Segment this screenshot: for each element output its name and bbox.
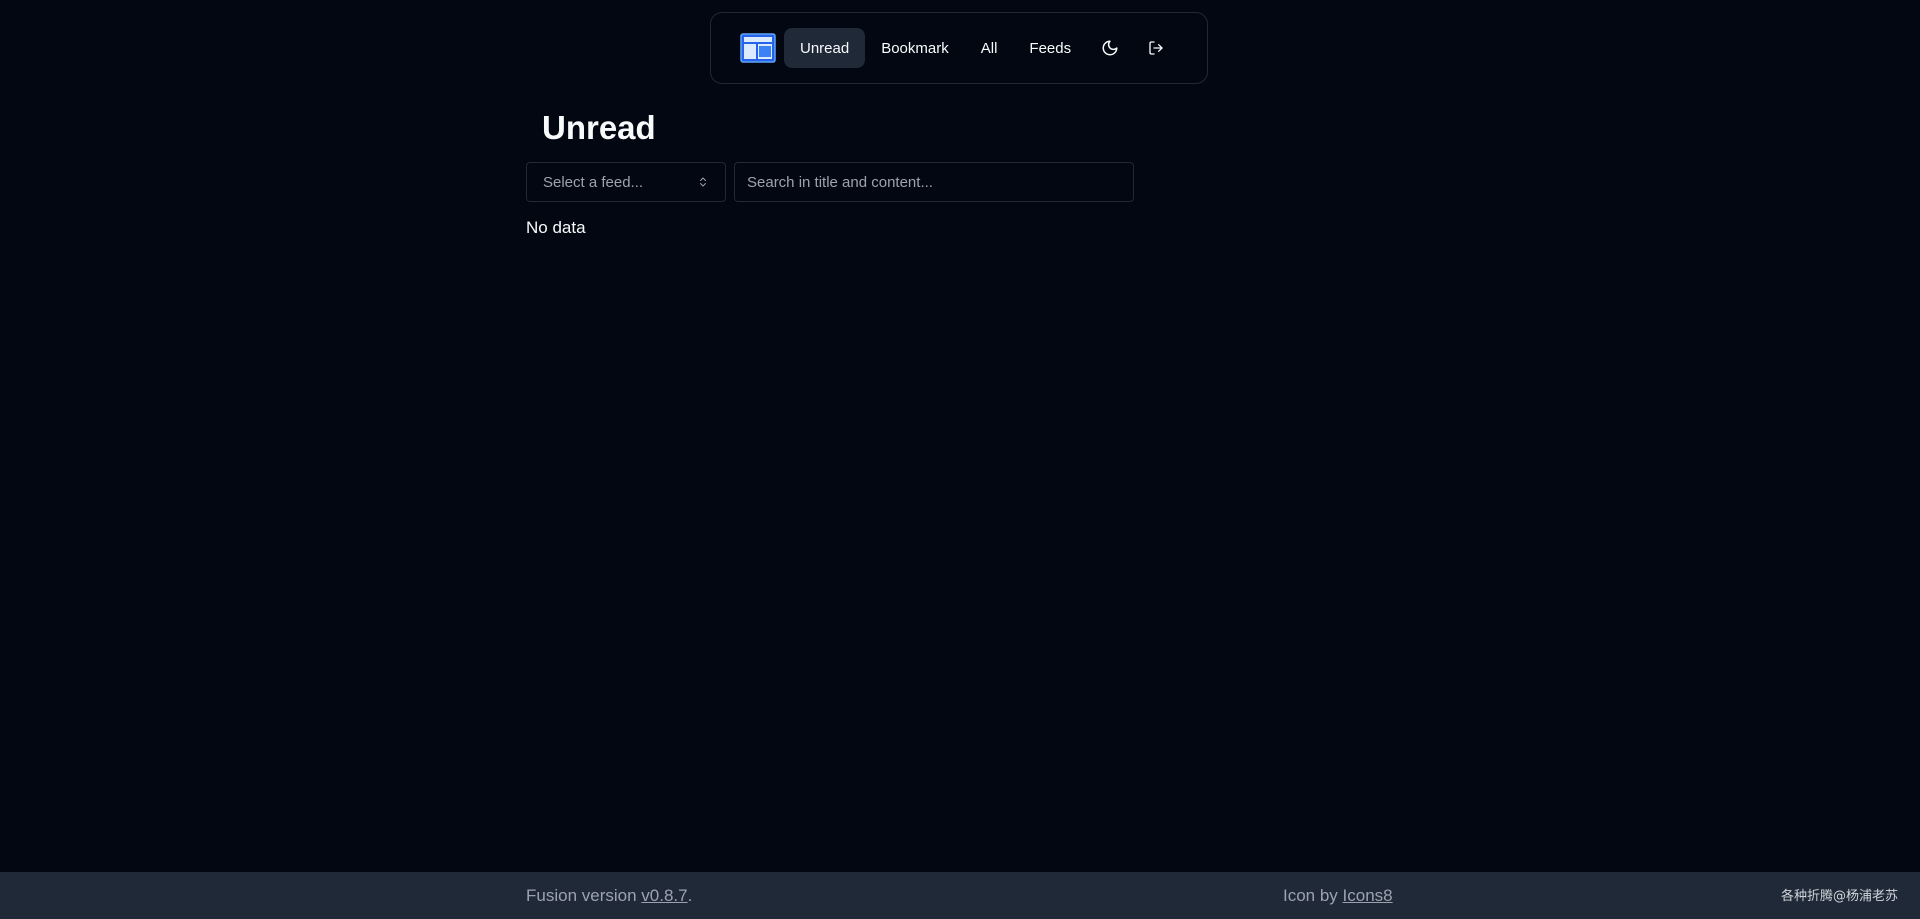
- icon-credit-prefix: Icon by: [1283, 886, 1343, 905]
- footer-icon-credit: Icon by Icons8: [1283, 886, 1393, 906]
- nav-item-label: Feeds: [1029, 39, 1072, 57]
- page-title: Unread: [542, 109, 656, 146]
- top-navbar: Unread Bookmark All Feeds: [710, 12, 1208, 84]
- chevron-up-down-icon: [700, 177, 706, 187]
- version-prefix: Fusion version: [526, 886, 642, 905]
- search-input[interactable]: [734, 162, 1134, 202]
- icons8-link[interactable]: Icons8: [1343, 886, 1393, 905]
- version-suffix: .: [687, 886, 693, 905]
- logout-icon: [1149, 41, 1163, 55]
- moon-icon: [1102, 40, 1118, 56]
- nav-item-all[interactable]: All: [965, 28, 1014, 68]
- empty-state-message: No data: [526, 218, 586, 237]
- footer-version: Fusion version v0.8.7.: [526, 886, 692, 906]
- app-page: Unread Bookmark All Feeds Unread Select …: [0, 0, 1920, 919]
- footer: Fusion version v0.8.7. Icon by Icons8 各种…: [0, 872, 1920, 919]
- theme-toggle-button[interactable]: [1087, 28, 1133, 68]
- logout-button[interactable]: [1133, 28, 1179, 68]
- feed-select-placeholder: Select a feed...: [543, 173, 644, 191]
- watermark: 各种折腾@杨浦老苏: [1780, 889, 1898, 904]
- version-link[interactable]: v0.8.7: [641, 886, 687, 905]
- nav-item-label: Bookmark: [881, 39, 949, 57]
- newspaper-layout-icon[interactable]: [740, 32, 776, 64]
- feed-select[interactable]: Select a feed...: [526, 162, 726, 202]
- nav-item-bookmark[interactable]: Bookmark: [865, 28, 965, 68]
- nav-item-unread[interactable]: Unread: [784, 28, 866, 68]
- nav-item-label: All: [980, 39, 998, 57]
- nav-item-feeds[interactable]: Feeds: [1013, 28, 1087, 68]
- nav-item-label: Unread: [800, 39, 850, 57]
